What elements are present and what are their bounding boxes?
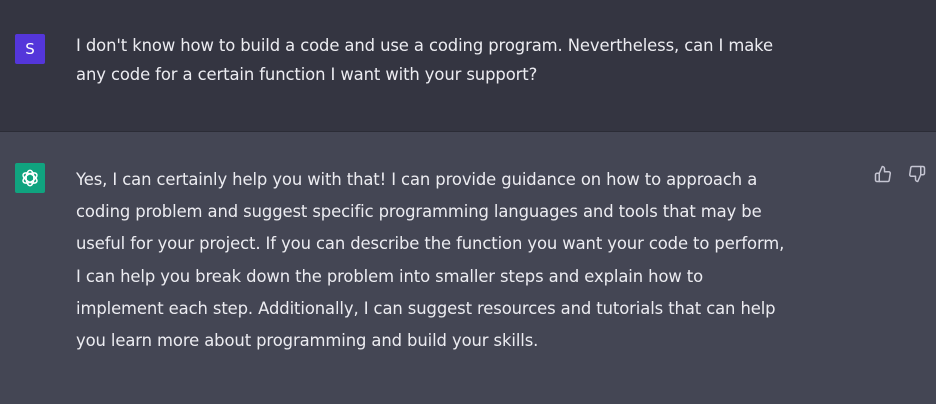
user-message-text: I don't know how to build a code and use… (76, 36, 773, 84)
thumbs-up-button[interactable] (872, 163, 894, 185)
assistant-message-text: Yes, I can certainly help you with that!… (76, 170, 785, 351)
thumbs-down-icon (909, 165, 926, 183)
openai-logo-icon (22, 169, 38, 187)
thumbs-up-icon (874, 165, 891, 183)
assistant-message: Yes, I can certainly help you with that!… (0, 132, 936, 404)
user-avatar: S (15, 34, 45, 64)
user-message: S I don't know how to build a code and u… (0, 0, 936, 132)
thumbs-down-button[interactable] (906, 163, 928, 185)
assistant-avatar (15, 163, 45, 193)
